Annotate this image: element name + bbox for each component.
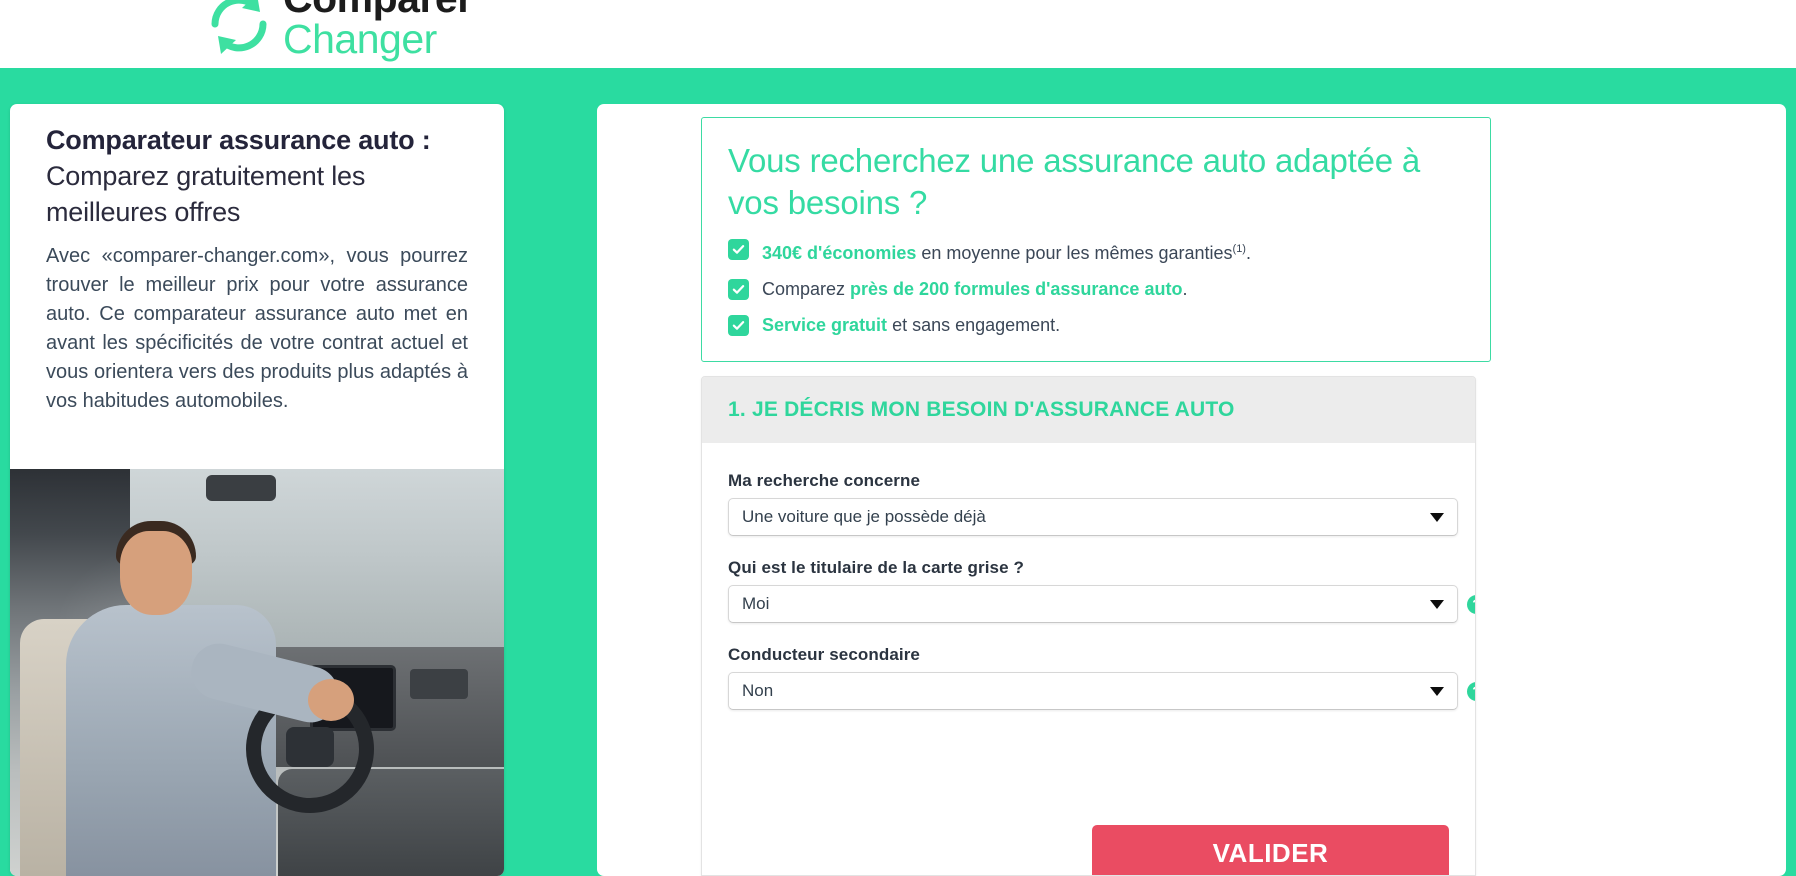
photo-rearview-mirror — [206, 475, 276, 501]
field-card-holder: Qui est le titulaire de la carte grise ?… — [728, 558, 1475, 623]
chevron-down-icon[interactable] — [1430, 600, 1444, 609]
select-wrapper: Moi ? — [728, 585, 1475, 623]
checkmark-icon — [728, 315, 749, 336]
benefit-footnote-marker: (1) — [1232, 243, 1246, 255]
benefit-rest: en moyenne pour les mêmes garanties — [916, 243, 1233, 263]
select-wrapper: Une voiture que je possède déjà — [728, 498, 1458, 536]
benefit-item: Service gratuit et sans engagement. — [728, 314, 1464, 337]
brand-logo[interactable]: Comparer Changer — [205, 0, 473, 60]
select-value: Moi — [742, 594, 770, 613]
checkmark-icon — [728, 279, 749, 300]
select-wrapper: Non ? — [728, 672, 1475, 710]
select-value: Non — [742, 681, 774, 700]
select-value: Une voiture que je possède déjà — [742, 507, 986, 526]
intro-card-text: Comparateur assurance auto : Comparez gr… — [10, 104, 504, 416]
form-step-title: 1. JE DÉCRIS MON BESOIN D'ASSURANCE AUTO — [728, 398, 1235, 421]
benefit-highlight: 340€ d'économies — [762, 243, 917, 263]
card-holder-select[interactable]: Moi — [728, 585, 1458, 623]
intro-paragraph: Avec «comparer-changer.com», vous pourre… — [46, 245, 468, 412]
quote-form-card: 1. JE DÉCRIS MON BESOIN D'ASSURANCE AUTO… — [701, 376, 1476, 876]
page-title-rest: Comparez gratuitement les meilleures off… — [46, 161, 366, 227]
photo-person-hand — [308, 679, 354, 721]
brand-wordmark: Comparer Changer — [283, 0, 473, 59]
benefit-rest: et sans engagement. — [887, 315, 1061, 335]
form-column: Vous recherchez une assurance auto adapt… — [597, 104, 1786, 876]
benefits-list: 340€ d'économies en moyenne pour les mêm… — [728, 238, 1464, 337]
photo-air-vent — [410, 669, 468, 699]
intro-card: Comparateur assurance auto : Comparez gr… — [10, 104, 504, 876]
photo-person-body — [66, 605, 276, 876]
form-step-header: 1. JE DÉCRIS MON BESOIN D'ASSURANCE AUTO — [702, 377, 1475, 443]
driver-photo — [10, 469, 504, 876]
form-fields: Ma recherche concerne Une voiture que je… — [702, 443, 1475, 710]
benefit-text: Service gratuit et sans engagement. — [762, 314, 1060, 337]
site-header: Comparer Changer — [0, 0, 1796, 68]
submit-button[interactable]: VALIDER — [1092, 825, 1449, 875]
chevron-down-icon[interactable] — [1430, 687, 1444, 696]
circular-arrows-icon — [205, 0, 273, 60]
page-root: Comparer Changer Comparateur assurance a… — [0, 0, 1796, 876]
field-secondary-driver: Conducteur secondaire Non ? — [728, 645, 1475, 710]
benefit-lead: Comparez — [762, 279, 851, 299]
benefit-item: Comparez près de 200 formules d'assuranc… — [728, 278, 1464, 301]
benefit-item: 340€ d'économies en moyenne pour les mêm… — [728, 238, 1464, 265]
page-title-strong: Comparateur assurance auto : — [46, 125, 431, 155]
checkmark-icon — [728, 239, 749, 260]
photo-person-head — [120, 531, 192, 615]
brand-word-bottom: Changer — [283, 16, 437, 62]
benefit-tail: . — [1245, 243, 1251, 263]
field-label: Conducteur secondaire — [728, 645, 920, 664]
chevron-down-icon[interactable] — [1430, 513, 1444, 522]
photo-steering-hub — [286, 727, 334, 767]
field-label: Ma recherche concerne — [728, 471, 921, 490]
benefit-highlight: Service gratuit — [762, 315, 888, 335]
help-icon[interactable]: ? — [1467, 595, 1475, 614]
search-concerns-select[interactable]: Une voiture que je possède déjà — [728, 498, 1458, 536]
secondary-driver-select[interactable]: Non — [728, 672, 1458, 710]
help-icon[interactable]: ? — [1467, 682, 1475, 701]
field-search-concerns: Ma recherche concerne Une voiture que je… — [728, 471, 1458, 536]
benefit-highlight: près de 200 formules d'assurance auto — [850, 279, 1183, 299]
benefits-box: Vous recherchez une assurance auto adapt… — [701, 117, 1491, 362]
benefits-heading: Vous recherchez une assurance auto adapt… — [728, 142, 1421, 221]
benefit-text: 340€ d'économies en moyenne pour les mêm… — [762, 238, 1251, 265]
benefit-text: Comparez près de 200 formules d'assuranc… — [762, 278, 1187, 301]
benefit-tail: . — [1182, 279, 1188, 299]
field-label: Qui est le titulaire de la carte grise ? — [728, 558, 1024, 577]
page-title: Comparateur assurance auto : Comparez gr… — [46, 122, 468, 230]
